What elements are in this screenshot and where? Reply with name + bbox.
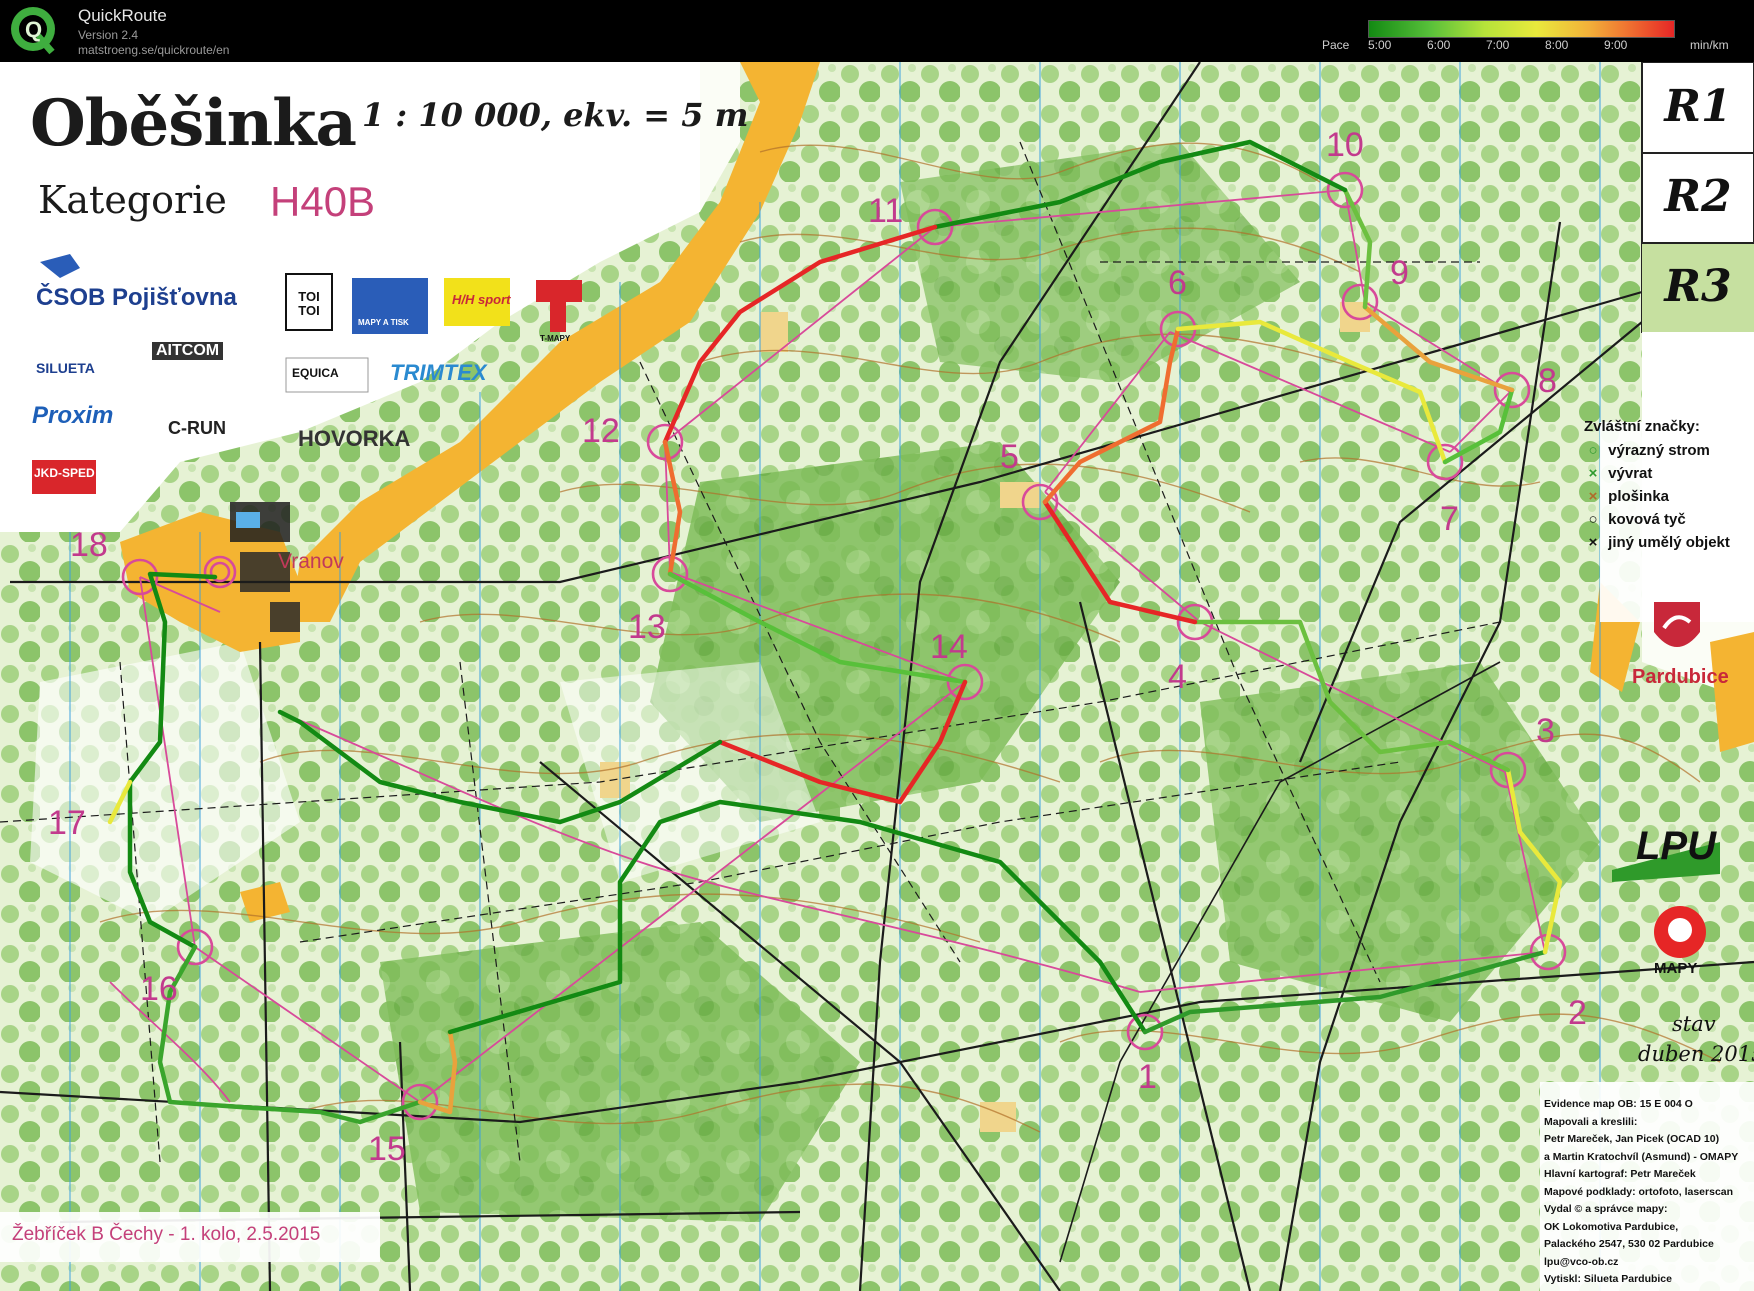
credit-line: OK Lokomotiva Pardubice, — [1544, 1220, 1679, 1233]
control-number: 16 — [140, 970, 178, 1008]
pace-tick: 7:00 — [1486, 38, 1510, 52]
legend-item: ○ kovová tyč — [1582, 511, 1685, 528]
platform-icon: × — [1588, 488, 1598, 505]
uprooted-tree-icon: × — [1588, 465, 1598, 482]
sponsor-aitcom: AITCOM — [152, 342, 224, 360]
pace-tick: 9:00 — [1604, 38, 1628, 52]
pace-label: Pace — [1322, 38, 1350, 52]
credit-line: Mapové podklady: ortofoto, laserscan — [1544, 1185, 1734, 1198]
credit-line: Hlavní kartograf: Petr Mareček — [1544, 1168, 1696, 1180]
round-tab-r3[interactable]: R3 — [1642, 242, 1754, 332]
control-number: 18 — [70, 526, 108, 564]
credit-line: Evidence map OB: 15 E 004 O — [1544, 1098, 1693, 1110]
artificial-object-icon: × — [1588, 534, 1598, 551]
sponsor-mapy-a-tisk: MAPY A TISK — [358, 318, 409, 327]
map-title: Oběšinka — [30, 86, 357, 161]
map-credits: Evidence map OB: 15 E 004 O Mapovali a k… — [1544, 1096, 1738, 1289]
credit-line: a Martin Kratochvíl (Asmund) - OMAPY — [1544, 1150, 1739, 1163]
pardubice-crest-icon — [1654, 602, 1700, 647]
tree-icon: ○ — [1588, 442, 1598, 459]
round-tab-r1[interactable]: R1 — [1642, 62, 1754, 154]
sponsor-crun: C-RUN — [168, 418, 226, 438]
map-scale: 1 : 10 000, ekv. = 5 m — [362, 96, 749, 134]
sponsor-silueta: SILUETA — [36, 360, 95, 376]
control-number: 14 — [930, 628, 968, 666]
control-number: 13 — [628, 608, 666, 646]
special-symbols-title: Zvláštní značky: — [1584, 418, 1700, 435]
legend-item: × jiný umělý objekt — [1582, 534, 1730, 551]
sponsor-trimtex: TRIMTEX — [390, 360, 487, 385]
sponsor-toitoi: TOI TOI — [298, 289, 320, 318]
event-footer: Žebříček B Čechy - 1. kolo, 2.5.2015 — [12, 1224, 321, 1245]
credit-line: Petr Mareček, Jan Picek (OCAD 10) — [1544, 1133, 1720, 1145]
app-url[interactable]: matstroeng.se/quickroute/en — [78, 43, 229, 57]
pace-tick: 5:00 — [1368, 38, 1392, 52]
control-number: 1 — [1138, 1058, 1157, 1096]
sponsor-csob: ČSOB Pojišťovna — [36, 284, 237, 311]
control-number: 10 — [1326, 126, 1364, 164]
control-number: 12 — [582, 412, 620, 450]
quickroute-logo-icon: Q — [11, 7, 55, 55]
logo-letter: Q — [25, 17, 42, 42]
round-tab-r2[interactable]: R2 — [1642, 152, 1754, 244]
place-name-vranov: Vranov — [278, 550, 344, 573]
control-number: 9 — [1390, 254, 1409, 292]
credit-line: Vytiskl: Silueta Pardubice — [1544, 1273, 1672, 1285]
control-number: 17 — [48, 804, 86, 842]
credit-line: Palackého 2547, 530 02 Pardubice — [1544, 1238, 1714, 1250]
legend-item: × plošinka — [1582, 488, 1669, 505]
credit-line: lpu@vco-ob.cz — [1544, 1255, 1619, 1268]
app-version: Version 2.4 — [78, 28, 139, 42]
pace-tick: 6:00 — [1427, 38, 1451, 52]
sponsor-hovorka: HOVORKA — [298, 426, 411, 451]
orienteering-map[interactable]: Oběšinka 1 : 10 000, ekv. = 5 m Kategori… — [0, 62, 1754, 1291]
category-label: Kategorie — [38, 178, 227, 222]
sponsor-lpu: LPU — [1636, 824, 1716, 868]
legend-item: × vývrat — [1582, 465, 1653, 482]
control-number: 2 — [1568, 994, 1587, 1032]
credit-line: Mapovali a kreslili: — [1544, 1115, 1638, 1128]
map-status-label: stav — [1672, 1012, 1716, 1036]
control-number: 6 — [1168, 264, 1187, 302]
sponsor-equica: EQUICA — [292, 366, 339, 380]
sponsor-tmapy: T-MAPY — [540, 334, 571, 343]
control-number: 8 — [1538, 362, 1557, 400]
legend-item: ○ výrazný strom — [1582, 442, 1709, 459]
control-number: 4 — [1168, 658, 1187, 696]
control-number: 11 — [868, 192, 904, 230]
map-status-date: duben 2015 — [1638, 1042, 1754, 1066]
credit-line: Vydal © a správce mapy: — [1544, 1203, 1668, 1215]
sponsor-omapy: MAPY — [1654, 960, 1698, 977]
control-number: 7 — [1440, 500, 1459, 538]
control-number: 5 — [1000, 438, 1019, 476]
metal-pole-icon: ○ — [1588, 511, 1598, 528]
app-name: QuickRoute — [78, 6, 167, 25]
pardubice-logo-text: Pardubice — [1632, 666, 1729, 688]
pace-tick: 8:00 — [1545, 38, 1569, 52]
pace-unit: min/km — [1690, 38, 1729, 52]
sponsor-hh-sport: H/H sport — [452, 292, 511, 307]
category-value: H40B — [270, 178, 376, 225]
quickroute-header: Q QuickRoute Version 2.4 matstroeng.se/q… — [0, 0, 1754, 62]
control-number: 3 — [1536, 712, 1555, 750]
sponsor-jkd: JKD-SPED — [34, 466, 95, 480]
pace-color-scale — [1368, 20, 1675, 38]
map-graphics — [0, 62, 1754, 1291]
sponsor-proxim: Proxim — [32, 402, 114, 429]
control-number: 15 — [368, 1130, 406, 1168]
